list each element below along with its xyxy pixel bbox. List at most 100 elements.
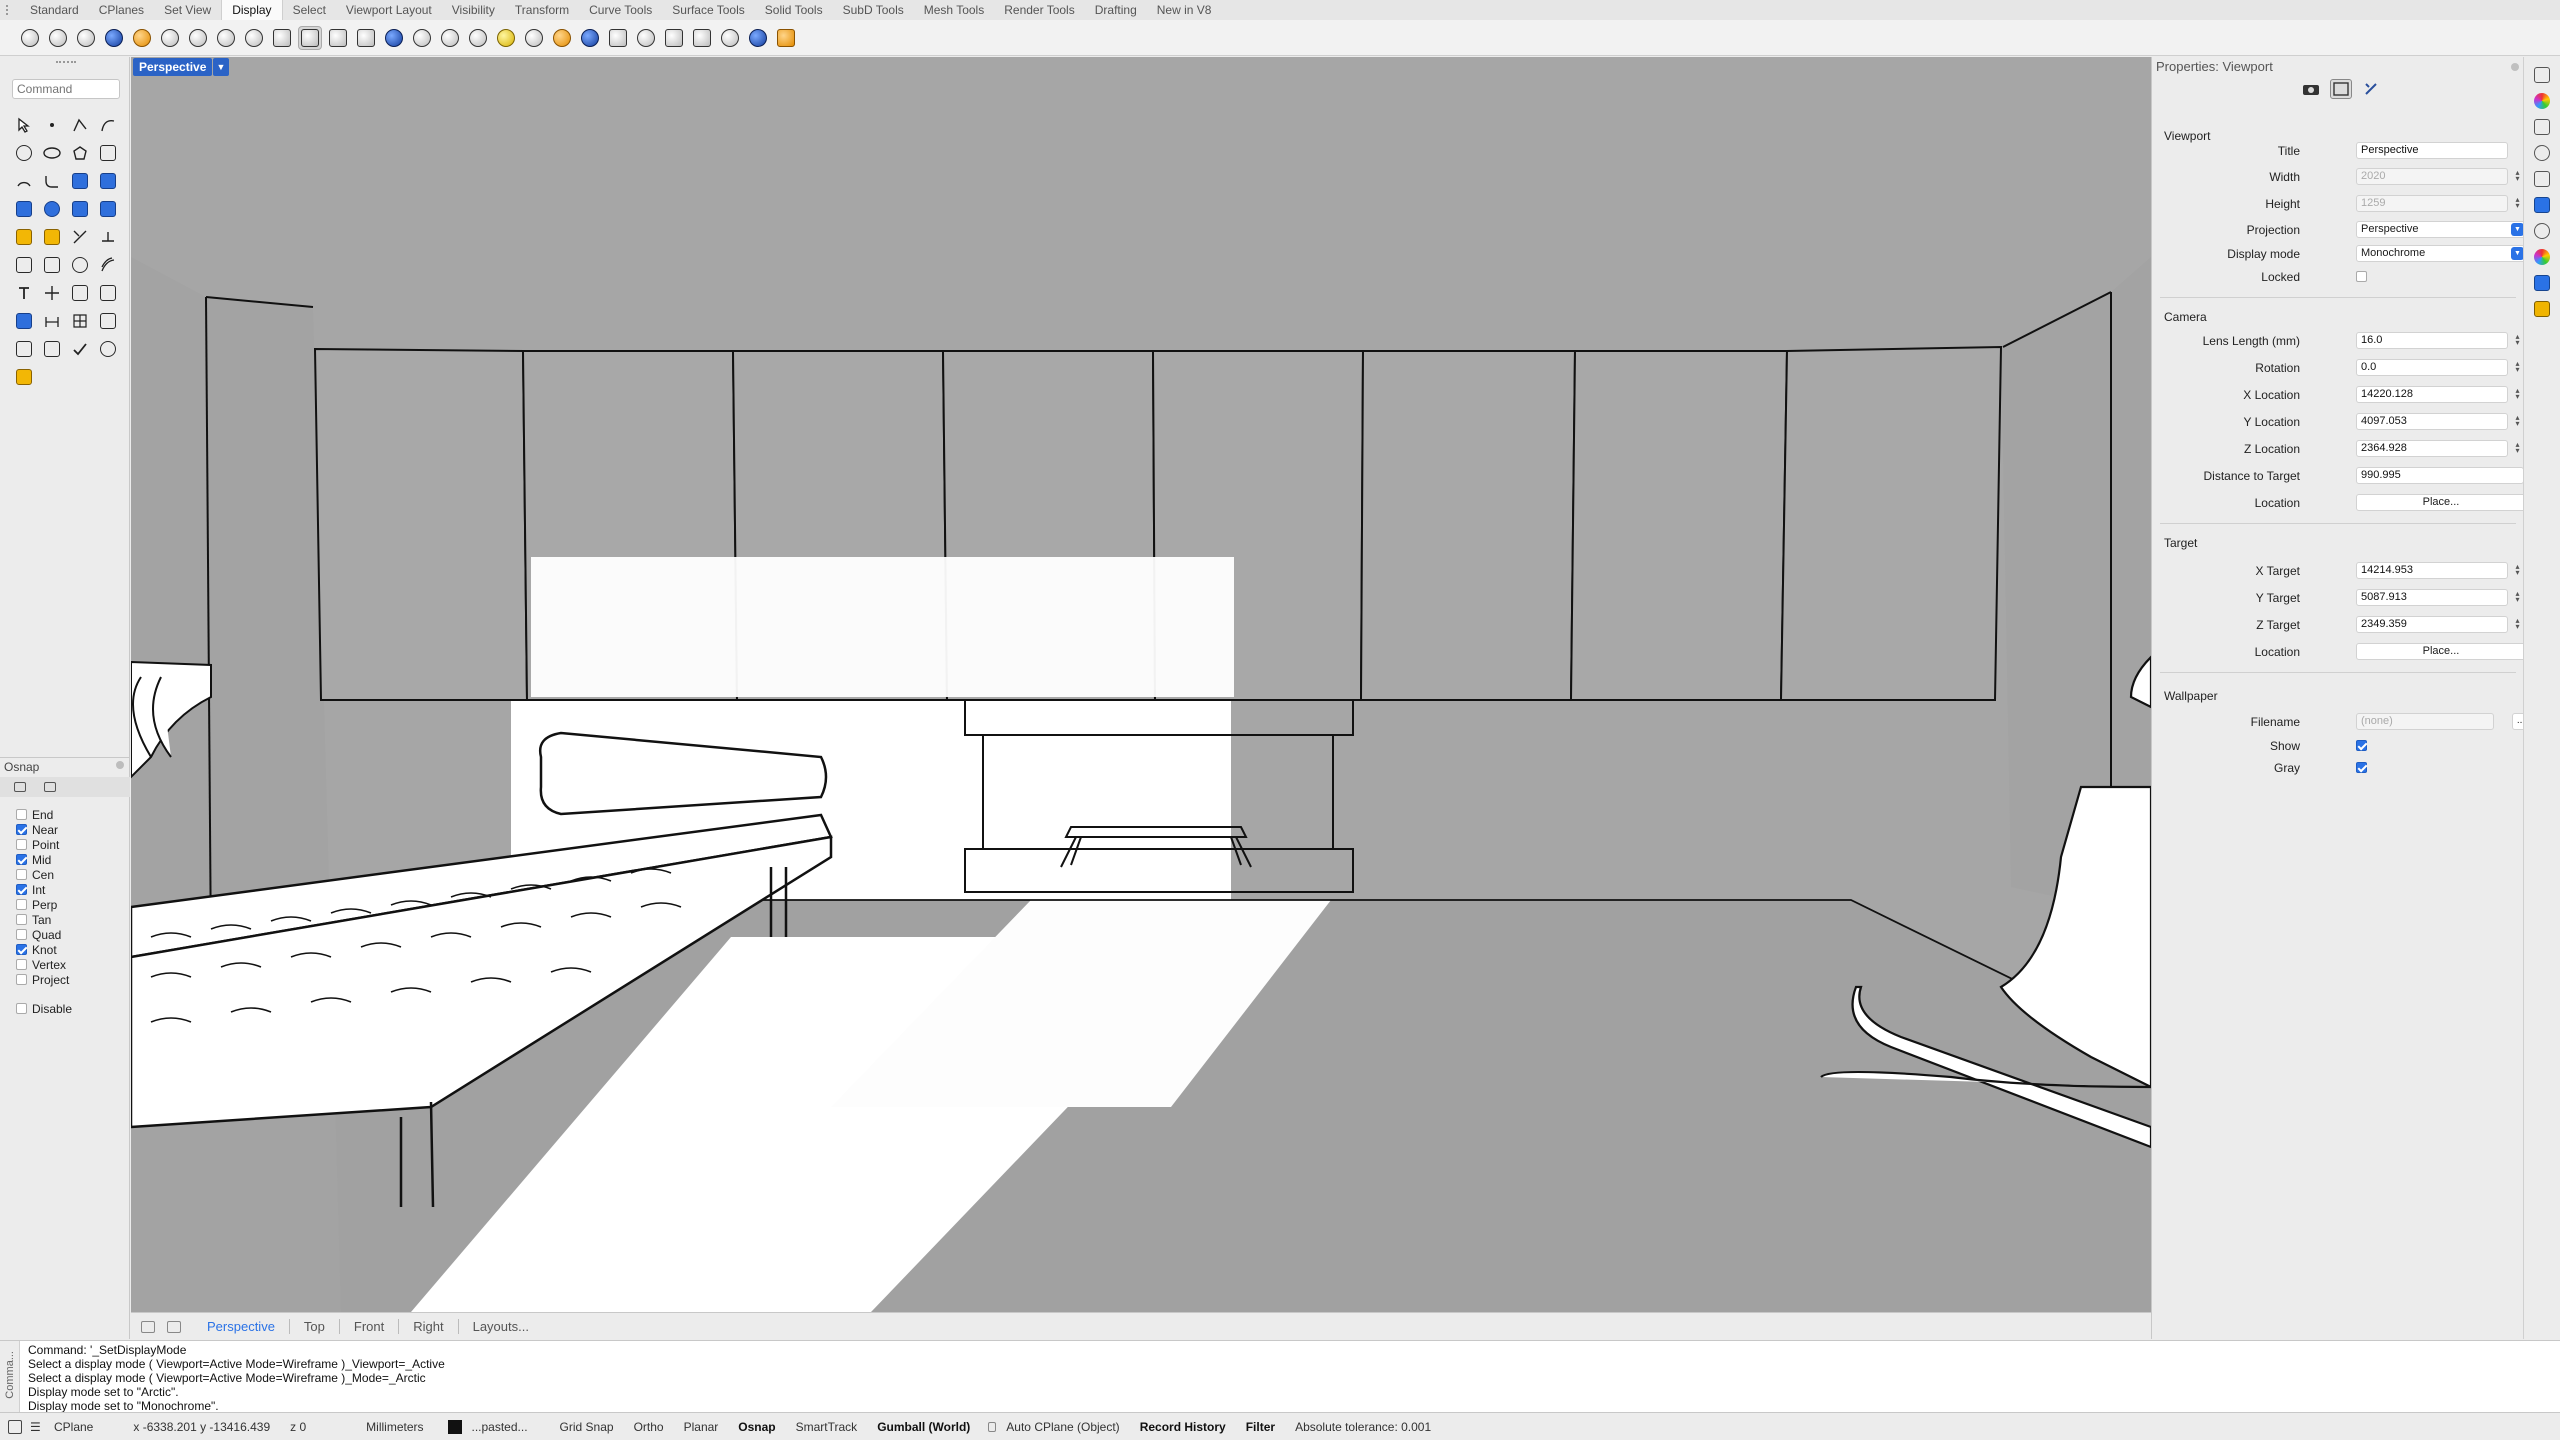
unshade-icon[interactable] — [354, 26, 378, 50]
tab-surface-tools[interactable]: Surface Tools — [662, 0, 755, 20]
tab-visibility[interactable]: Visibility — [442, 0, 505, 20]
tab-solid-tools[interactable]: Solid Tools — [755, 0, 833, 20]
clipping-plane-icon[interactable] — [662, 26, 686, 50]
show-mesh-icon[interactable] — [438, 26, 462, 50]
checkbox[interactable] — [16, 929, 27, 940]
paint-icon[interactable] — [12, 365, 36, 389]
tab-layouts[interactable]: Layouts... — [457, 1319, 543, 1334]
render-tab-icon[interactable] — [2534, 197, 2550, 213]
split-icon[interactable] — [96, 225, 120, 249]
materials-tab-icon[interactable] — [2534, 223, 2550, 239]
osnap-near[interactable]: Near — [0, 822, 130, 837]
ghosted-icon[interactable] — [102, 26, 126, 50]
tab-mesh-tools[interactable]: Mesh Tools — [914, 0, 994, 20]
gumball-icon[interactable] — [96, 309, 120, 333]
checkbox[interactable] — [16, 959, 27, 970]
monochrome-icon[interactable] — [298, 25, 322, 50]
polygon-icon[interactable] — [68, 141, 92, 165]
stepper-icon[interactable]: ▴ ▾ — [2514, 441, 2521, 455]
viewport-grid-icon[interactable] — [141, 1320, 155, 1333]
distance-field[interactable]: 990.995 — [2356, 467, 2524, 484]
stepper-icon[interactable]: ▴ ▾ — [2514, 387, 2521, 401]
analyze-icon[interactable] — [96, 337, 120, 361]
color-tab-icon[interactable] — [2534, 93, 2550, 109]
z-location-field[interactable]: 2364.928 — [2356, 440, 2508, 457]
grid-icon[interactable] — [68, 309, 92, 333]
zebra-icon[interactable] — [746, 26, 770, 50]
tab-right[interactable]: Right — [398, 1319, 457, 1334]
rotation-field[interactable]: 0.0 — [2356, 359, 2508, 376]
panel-grip-icon[interactable] — [56, 61, 76, 65]
osnap-knot[interactable]: Knot — [0, 942, 130, 957]
panel-toggle-icon[interactable] — [8, 1419, 22, 1434]
osnap-disable[interactable]: Disable — [0, 1001, 130, 1016]
planar-toggle[interactable]: Planar — [674, 1420, 729, 1434]
checkbox[interactable] — [16, 854, 27, 865]
dimension-icon[interactable] — [40, 309, 64, 333]
ortho-toggle[interactable]: Ortho — [624, 1420, 674, 1434]
surface-icon[interactable] — [68, 169, 92, 193]
show-curves-icon[interactable] — [382, 26, 406, 50]
osnap-toggle[interactable]: Osnap — [728, 1420, 785, 1434]
trim-icon[interactable] — [68, 225, 92, 249]
x-location-field[interactable]: 14220.128 — [2356, 386, 2508, 403]
plane-surface-icon[interactable] — [96, 197, 120, 221]
osnap-project[interactable]: Project — [0, 972, 130, 987]
color-palette-icon[interactable] — [718, 26, 742, 50]
materials-icon[interactable] — [522, 26, 546, 50]
checkbox[interactable] — [16, 974, 27, 985]
boolean-icon[interactable] — [68, 253, 92, 277]
checkbox[interactable] — [16, 944, 27, 955]
osnap-int[interactable]: Int — [0, 882, 130, 897]
perspective-viewport[interactable]: Perspective ▼ — [131, 57, 2151, 1312]
cplane-label[interactable]: CPlane — [44, 1420, 103, 1434]
environment-tab-icon[interactable] — [2534, 249, 2550, 265]
viewport-title-label[interactable]: Perspective — [133, 58, 213, 76]
tab-top[interactable]: Top — [288, 1319, 339, 1334]
osnap-mid[interactable]: Mid — [0, 852, 130, 867]
tab-standard[interactable]: Standard — [20, 0, 89, 20]
checkbox[interactable] — [16, 869, 27, 880]
show-checkbox[interactable] — [2356, 740, 2367, 751]
tab-transform[interactable]: Transform — [505, 0, 579, 20]
filter-icon[interactable] — [44, 782, 56, 792]
box-icon[interactable] — [12, 197, 36, 221]
tab-curve-tools[interactable]: Curve Tools — [579, 0, 662, 20]
curve-icon[interactable] — [96, 113, 120, 137]
stepper-icon[interactable]: ▴ ▾ — [2514, 563, 2521, 577]
osnap-point[interactable]: Point — [0, 837, 130, 852]
tab-render-tools[interactable]: Render Tools — [994, 0, 1085, 20]
toolbar-grip-icon[interactable] — [6, 5, 9, 15]
stepper-icon[interactable]: ▴ ▾ — [2514, 617, 2521, 631]
stepper-icon[interactable]: ▴ ▾ — [2514, 333, 2521, 347]
tab-viewport-layout[interactable]: Viewport Layout — [336, 0, 442, 20]
tab-cplanes[interactable]: CPlanes — [89, 0, 154, 20]
extrude-icon[interactable] — [96, 169, 120, 193]
display-properties-icon[interactable] — [2360, 79, 2382, 99]
close-icon[interactable] — [116, 761, 124, 769]
arc-icon[interactable] — [12, 169, 36, 193]
maximize-viewport-icon[interactable] — [167, 1320, 181, 1333]
sun-tab-icon[interactable] — [2534, 275, 2550, 291]
checkbox[interactable] — [16, 899, 27, 910]
flat-shading-icon[interactable] — [578, 26, 602, 50]
point-icon[interactable] — [40, 113, 64, 137]
osnap-settings-icon[interactable] — [14, 782, 26, 792]
circle-icon[interactable] — [12, 141, 36, 165]
checkbox[interactable] — [16, 839, 27, 850]
gumball-toggle[interactable]: Gumball (World) — [867, 1420, 980, 1434]
wireframe-icon[interactable] — [18, 26, 42, 50]
y-location-field[interactable]: 4097.053 — [2356, 413, 2508, 430]
pen-icon[interactable] — [214, 26, 238, 50]
show-surfaces-icon[interactable] — [410, 26, 434, 50]
osnap-quad[interactable]: Quad — [0, 927, 130, 942]
camera-place-button[interactable]: Place... — [2356, 494, 2526, 511]
sphere-icon[interactable] — [40, 197, 64, 221]
checkbox[interactable] — [16, 914, 27, 925]
polyline-icon[interactable] — [68, 113, 92, 137]
raytraced-icon[interactable] — [270, 26, 294, 50]
show-point-cloud-icon[interactable] — [466, 26, 490, 50]
shade-icon[interactable] — [326, 26, 350, 50]
close-icon[interactable] — [2511, 63, 2519, 71]
artistic-icon[interactable] — [186, 26, 210, 50]
